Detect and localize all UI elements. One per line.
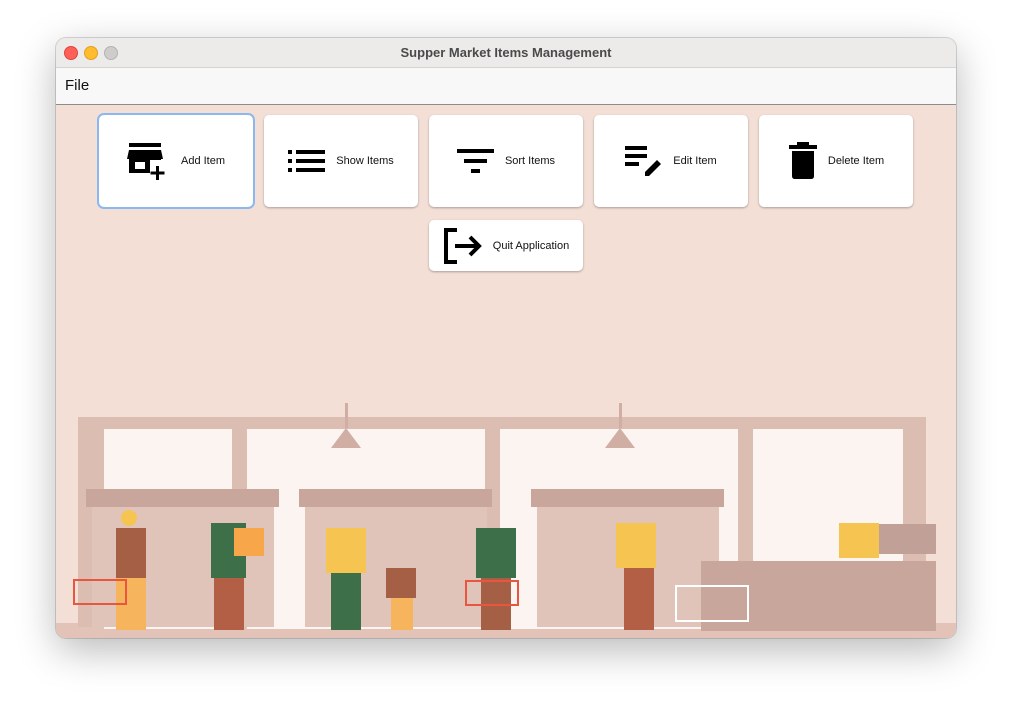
edit-item-label: Edit Item — [673, 155, 717, 167]
menu-file[interactable]: File — [65, 77, 89, 94]
main-content: Add Item Show Items Sort Items Edit Item… — [56, 105, 956, 638]
list-icon — [288, 150, 326, 172]
add-item-button[interactable]: Add Item — [99, 115, 253, 207]
quit-application-button[interactable]: Quit Application — [429, 220, 583, 271]
window-title: Supper Market Items Management — [400, 45, 612, 60]
menu-bar: File — [56, 68, 956, 105]
quit-application-label: Quit Application — [492, 239, 570, 252]
supermarket-illustration — [56, 403, 956, 638]
app-window: Supper Market Items Management File Add … — [56, 38, 956, 638]
store-add-icon — [126, 143, 165, 180]
trash-icon — [788, 142, 817, 179]
logout-icon — [443, 227, 482, 264]
show-items-label: Show Items — [336, 155, 394, 167]
delete-item-button[interactable]: Delete Item — [759, 115, 913, 207]
edit-list-icon — [625, 146, 662, 176]
title-bar: Supper Market Items Management — [56, 38, 956, 68]
sort-items-label: Sort Items — [504, 155, 556, 167]
filter-icon — [456, 149, 494, 173]
delete-item-label: Delete Item — [827, 155, 885, 167]
show-items-button[interactable]: Show Items — [264, 115, 418, 207]
edit-item-button[interactable]: Edit Item — [594, 115, 748, 207]
add-item-label: Add Item — [180, 155, 226, 167]
sort-items-button[interactable]: Sort Items — [429, 115, 583, 207]
